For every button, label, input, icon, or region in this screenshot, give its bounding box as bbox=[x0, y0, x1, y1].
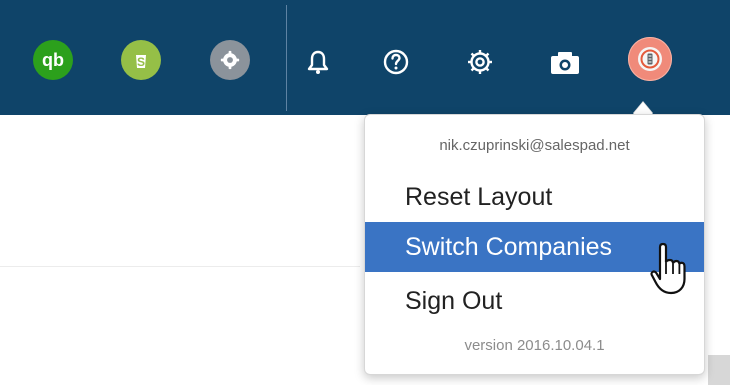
shopify-letter: S bbox=[137, 55, 145, 69]
version-label: version 2016.10.04.1 bbox=[464, 337, 605, 354]
settings-icon bbox=[220, 50, 240, 70]
quickbooks-button[interactable]: qb bbox=[33, 40, 73, 80]
settings-app-button[interactable] bbox=[210, 40, 250, 80]
account-email: nik.czuprinski@salespad.net bbox=[439, 137, 630, 154]
profile-button[interactable] bbox=[628, 37, 672, 81]
shopify-button[interactable]: S bbox=[121, 40, 161, 80]
quickbooks-icon: qb bbox=[42, 50, 64, 70]
sign-out-label: Sign Out bbox=[405, 286, 503, 315]
top-navigation-bar: qb S bbox=[0, 0, 730, 115]
gear-icon bbox=[468, 50, 492, 74]
help-icon bbox=[383, 49, 409, 75]
bell-icon bbox=[307, 50, 329, 74]
camera-button[interactable] bbox=[545, 49, 585, 77]
hand-cursor-icon bbox=[650, 242, 686, 295]
scrollbar[interactable] bbox=[708, 355, 730, 385]
header-divider bbox=[286, 5, 287, 111]
settings-button[interactable] bbox=[466, 48, 494, 76]
reset-layout-menu-item[interactable]: Reset Layout bbox=[365, 172, 704, 222]
switch-companies-label: Switch Companies bbox=[405, 232, 613, 261]
shopify-icon: S bbox=[136, 55, 146, 69]
notifications-button[interactable] bbox=[304, 48, 332, 76]
quickbooks-letters: qb bbox=[42, 50, 64, 70]
dropdown-caret bbox=[633, 102, 653, 114]
content-divider bbox=[0, 266, 360, 267]
help-button[interactable] bbox=[382, 48, 410, 76]
avatar-icon bbox=[638, 47, 662, 71]
reset-layout-label: Reset Layout bbox=[405, 182, 553, 211]
camera-icon bbox=[551, 52, 579, 74]
